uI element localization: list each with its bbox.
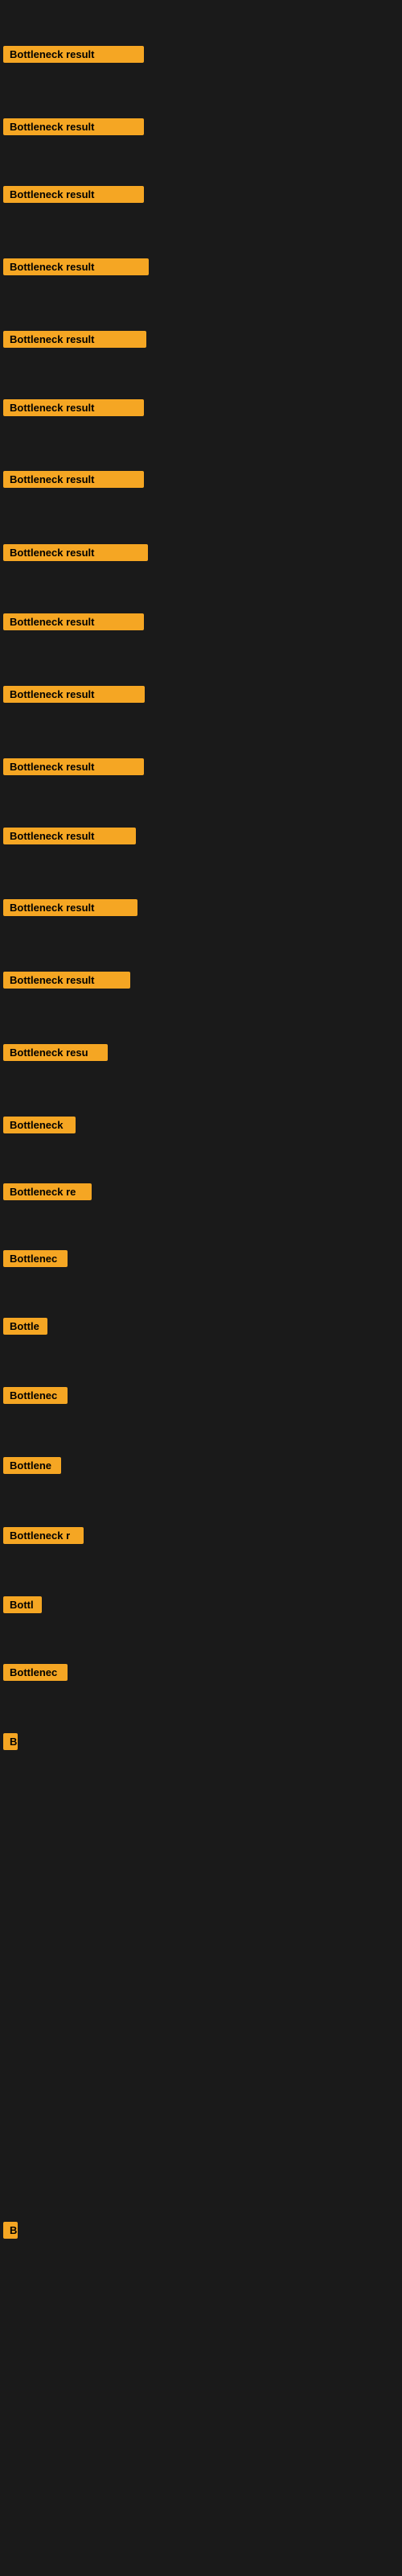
bottleneck-bar: Bottleneck re — [3, 1183, 92, 1200]
bottleneck-bar: Bottleneck result — [3, 258, 149, 275]
bottleneck-bar-row: Bottleneck result — [3, 544, 148, 565]
bottleneck-bar-row: Bottleneck result — [3, 118, 144, 139]
bottleneck-bar-row: Bottleneck — [3, 1117, 76, 1137]
bottleneck-bar: Bottleneck result — [3, 828, 136, 844]
bottleneck-bar-row: Bottleneck re — [3, 1183, 92, 1204]
bottleneck-bar-row: Bottleneck result — [3, 331, 146, 352]
bottleneck-bar: Bottleneck result — [3, 899, 137, 916]
bottleneck-bar-row: Bottleneck result — [3, 828, 136, 848]
bottleneck-bar-row: Bottleneck resu — [3, 1044, 108, 1065]
bottleneck-bar-row: Bottleneck result — [3, 972, 130, 993]
bottleneck-bar-row: Bottleneck result — [3, 613, 144, 634]
bottleneck-bar: B — [3, 2222, 18, 2239]
bottleneck-bar: Bottleneck — [3, 1117, 76, 1133]
bottleneck-bar-row: Bottleneck result — [3, 258, 149, 279]
bottleneck-bar-row: Bottleneck result — [3, 46, 144, 67]
bottleneck-bar: Bottleneck resu — [3, 1044, 108, 1061]
bottleneck-bar: Bottleneck result — [3, 186, 144, 203]
bottleneck-bar: Bottleneck result — [3, 613, 144, 630]
bottleneck-bar-row: B — [3, 2222, 18, 2243]
bottleneck-bar-row: Bottleneck result — [3, 686, 145, 707]
bottleneck-bar-row: Bottleneck r — [3, 1527, 84, 1548]
bottleneck-bar: Bottleneck result — [3, 544, 148, 561]
bottleneck-bar: Bottleneck r — [3, 1527, 84, 1544]
bottleneck-bar-row: Bottleneck result — [3, 758, 144, 779]
bottleneck-bar-row: Bottl — [3, 1596, 42, 1617]
bottleneck-bar: Bottlenec — [3, 1387, 68, 1404]
bottleneck-bar: Bottleneck result — [3, 758, 144, 775]
bottleneck-bar: Bottlene — [3, 1457, 61, 1474]
bottleneck-bar-row: Bottlenec — [3, 1250, 68, 1271]
bottleneck-bar: Bottlenec — [3, 1664, 68, 1681]
bottleneck-bar: Bottl — [3, 1596, 42, 1613]
bottleneck-bar-row: Bottleneck result — [3, 899, 137, 920]
bottleneck-bar: Bottleneck result — [3, 331, 146, 348]
bottleneck-bar: Bottleneck result — [3, 46, 144, 63]
bottleneck-bar-row: Bottlene — [3, 1457, 61, 1478]
bottleneck-bar: Bottle — [3, 1318, 47, 1335]
bottleneck-bar-row: Bottlenec — [3, 1387, 68, 1408]
bottleneck-bar: Bottleneck result — [3, 686, 145, 703]
bottleneck-bar-row: Bottleneck result — [3, 399, 144, 420]
bottleneck-bar-row: Bottleneck result — [3, 471, 144, 492]
bars-container: Bottleneck result Bottleneck result Bottle… — [0, 0, 402, 2576]
bottleneck-bar: Bottleneck result — [3, 399, 144, 416]
bottleneck-bar-row: Bottle — [3, 1318, 47, 1339]
bottleneck-bar-row: Bottlenec — [3, 1664, 68, 1685]
bottleneck-bar-row: Bottleneck result — [3, 186, 144, 207]
bottleneck-bar: B — [3, 1733, 18, 1750]
bottleneck-bar: Bottleneck result — [3, 471, 144, 488]
bottleneck-bar-row: B — [3, 1733, 18, 1754]
bottleneck-bar: Bottleneck result — [3, 972, 130, 989]
bottleneck-bar: Bottlenec — [3, 1250, 68, 1267]
bottleneck-bar: Bottleneck result — [3, 118, 144, 135]
page-container: Bottleneck result Bottleneck result Bottle… — [0, 0, 402, 2576]
